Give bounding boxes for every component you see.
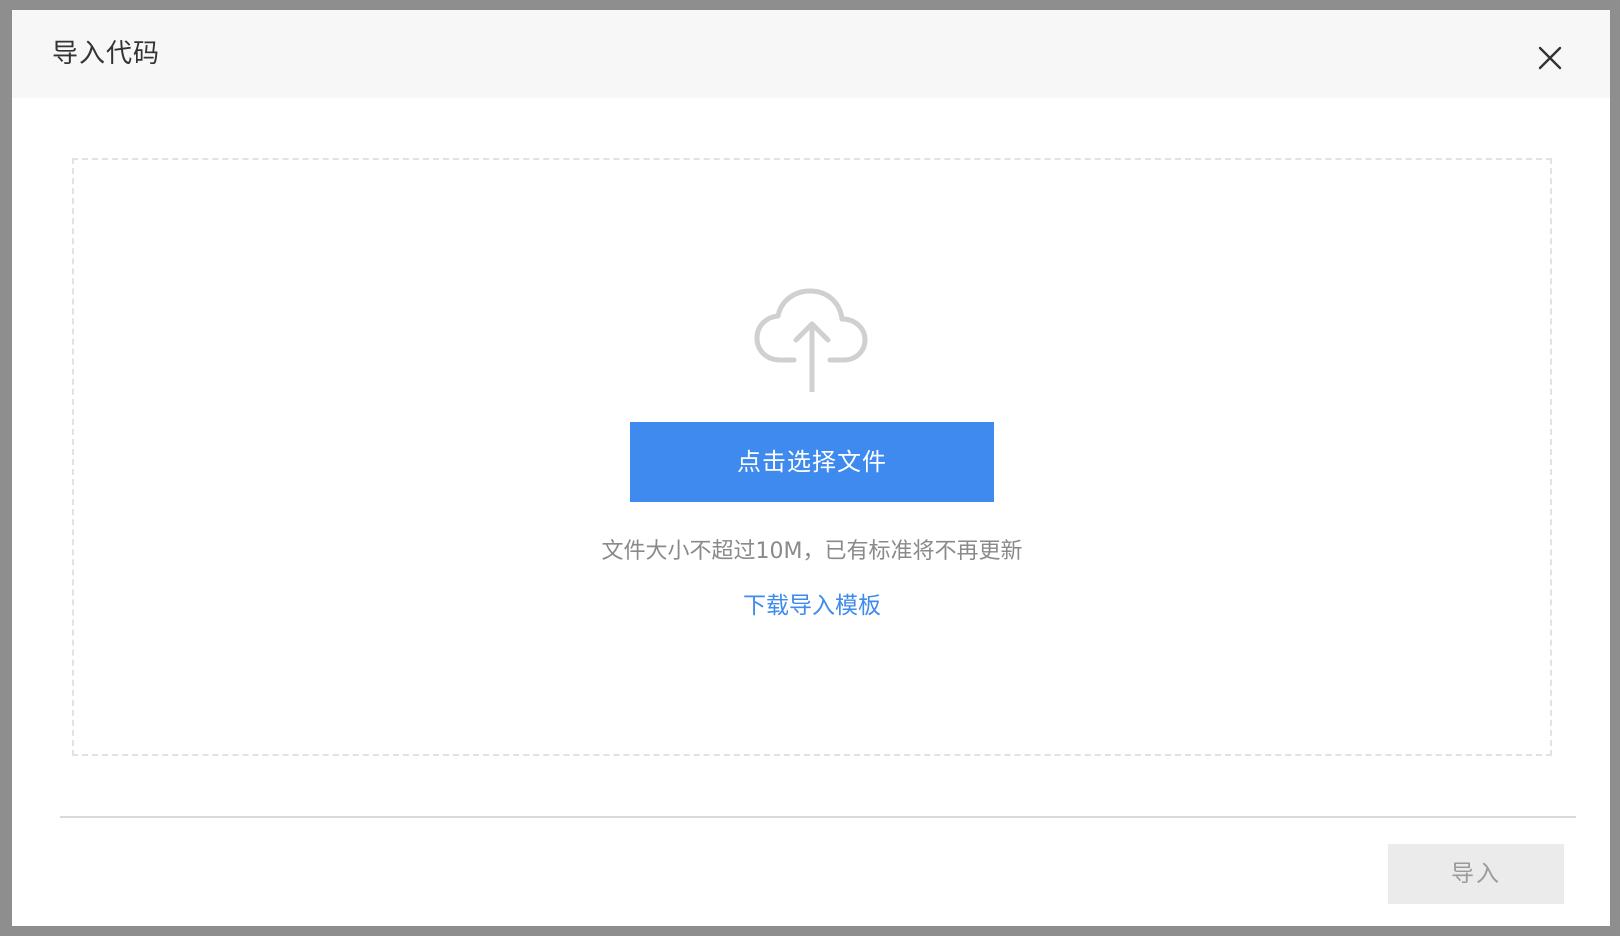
download-template-link[interactable]: 下载导入模板 bbox=[74, 588, 1550, 624]
select-file-button[interactable]: 点击选择文件 bbox=[630, 422, 994, 502]
import-button[interactable]: 导入 bbox=[1388, 844, 1564, 904]
import-code-dialog: 导入代码 点击选择文件 文件大小不超过10M，已有标准将不再更新 下载导入模板 … bbox=[12, 10, 1610, 926]
file-size-hint: 文件大小不超过10M，已有标准将不再更新 bbox=[601, 539, 1023, 564]
close-button[interactable] bbox=[1530, 38, 1570, 78]
cloud-upload-icon bbox=[754, 288, 868, 392]
dialog-title: 导入代码 bbox=[52, 39, 161, 69]
file-drop-zone[interactable]: 点击选择文件 文件大小不超过10M，已有标准将不再更新 下载导入模板 bbox=[72, 158, 1552, 756]
dialog-header: 导入代码 bbox=[12, 10, 1610, 98]
footer-divider bbox=[60, 816, 1576, 818]
close-icon bbox=[1538, 46, 1562, 70]
